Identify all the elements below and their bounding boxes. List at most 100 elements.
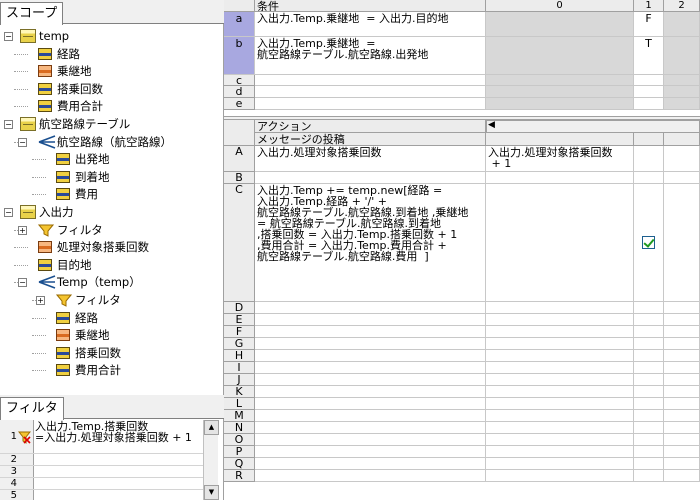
condition-row-label[interactable]: b	[224, 37, 255, 75]
scroll-up-icon[interactable]: ▲	[204, 420, 219, 435]
condition-expression[interactable]	[255, 98, 486, 110]
filter-row[interactable]: 1 入出力.Temp.搭乗回数 =入出力.処理対象搭乗回数 + 1	[0, 420, 203, 454]
action-rule-cell[interactable]	[634, 184, 664, 302]
action-value[interactable]	[486, 446, 634, 458]
action-rule-cell[interactable]	[664, 338, 700, 350]
action-rule-cell[interactable]	[664, 302, 700, 314]
action-expression[interactable]	[255, 458, 486, 470]
filter-row[interactable]: 5	[0, 490, 203, 500]
action-expression[interactable]	[255, 386, 486, 398]
action-rule-cell[interactable]	[634, 470, 664, 482]
condition-cell[interactable]	[486, 98, 634, 110]
condition-cell[interactable]	[664, 75, 700, 86]
action-value[interactable]	[486, 386, 634, 398]
filter-scrollbar[interactable]: ▲ ▼	[203, 420, 219, 500]
action-rule-cell[interactable]	[634, 458, 664, 470]
tree-node[interactable]: 経路	[0, 46, 223, 63]
action-value[interactable]	[486, 314, 634, 326]
action-rule-cell[interactable]	[664, 422, 700, 434]
action-row-label[interactable]: M	[224, 410, 255, 422]
condition-cell[interactable]	[664, 98, 700, 110]
condition-row-label[interactable]: a	[224, 12, 255, 37]
condition-cell[interactable]	[486, 75, 634, 86]
tree-node[interactable]: 搭乗回数	[0, 345, 223, 362]
condition-expression[interactable]: 入出力.Temp.乗継地 = 入出力.目的地	[255, 12, 486, 37]
condition-row-label[interactable]: d	[224, 86, 255, 98]
condition-value[interactable]: F	[634, 12, 664, 37]
action-rule-cell[interactable]	[664, 470, 700, 482]
action-value[interactable]	[486, 184, 634, 302]
tree-node[interactable]: 出発地	[0, 151, 223, 168]
action-expression[interactable]	[255, 470, 486, 482]
tree-node[interactable]: 乗継地	[0, 327, 223, 344]
action-expression[interactable]	[255, 172, 486, 184]
condition-value[interactable]	[634, 86, 664, 98]
action-rule-cell[interactable]	[664, 410, 700, 422]
action-row-label[interactable]: D	[224, 302, 255, 314]
action-expression[interactable]	[255, 398, 486, 410]
tree-node[interactable]: − Temp（temp）	[0, 274, 223, 291]
tab-filter[interactable]: フィルタ	[0, 397, 64, 420]
action-expression[interactable]: 入出力.Temp += temp.new[経路 = 入出力.Temp.経路 + …	[255, 184, 486, 302]
action-rule-cell[interactable]	[634, 350, 664, 362]
tree-node[interactable]: − 入出力	[0, 204, 223, 221]
tree-node[interactable]: + フィルタ	[0, 292, 223, 309]
action-row-label[interactable]: K	[224, 386, 255, 398]
tree-node[interactable]: 到着地	[0, 169, 223, 186]
action-expression[interactable]	[255, 434, 486, 446]
action-value[interactable]	[486, 422, 634, 434]
condition-expression[interactable]	[255, 86, 486, 98]
filter-expression[interactable]: 入出力.Temp.搭乗回数 =入出力.処理対象搭乗回数 + 1	[35, 421, 192, 443]
condition-value[interactable]: T	[634, 37, 664, 75]
action-expression[interactable]	[255, 350, 486, 362]
action-value[interactable]	[486, 458, 634, 470]
action-rule-cell[interactable]	[634, 386, 664, 398]
condition-value[interactable]	[634, 98, 664, 110]
action-row-label[interactable]: N	[224, 422, 255, 434]
action-row-label[interactable]: G	[224, 338, 255, 350]
action-expression[interactable]	[255, 446, 486, 458]
action-row-label[interactable]: P	[224, 446, 255, 458]
action-row-label[interactable]: H	[224, 350, 255, 362]
action-value[interactable]	[486, 410, 634, 422]
action-rule-cell[interactable]	[634, 146, 664, 172]
condition-cell[interactable]	[664, 86, 700, 98]
action-rule-cell[interactable]	[664, 326, 700, 338]
filter-row[interactable]: 2	[0, 454, 203, 466]
tree-node[interactable]: − 航空路線（航空路線）	[0, 134, 223, 151]
action-value[interactable]	[486, 362, 634, 374]
action-row-label[interactable]: C	[224, 184, 255, 302]
tree-node[interactable]: 費用合計	[0, 362, 223, 379]
tree-node[interactable]: + フィルタ	[0, 222, 223, 239]
action-row-label[interactable]: F	[224, 326, 255, 338]
scope-tree[interactable]: − temp 経路 乗継地 搭乗回数 費用合計 − 航空路線テーブル − 航空路線（航空路線） 出発…	[0, 25, 223, 395]
action-rule-cell[interactable]	[664, 386, 700, 398]
action-rule-cell[interactable]	[634, 446, 664, 458]
action-row-label[interactable]: I	[224, 362, 255, 374]
action-rule-cell[interactable]	[634, 314, 664, 326]
action-value[interactable]	[486, 326, 634, 338]
filter-delete-icon[interactable]	[17, 431, 32, 444]
action-rule-cell[interactable]	[634, 172, 664, 184]
condition-cell[interactable]	[664, 12, 700, 37]
action-rule-cell[interactable]	[634, 398, 664, 410]
condition-row-label[interactable]: c	[224, 75, 255, 86]
condition-cell[interactable]	[664, 37, 700, 75]
filter-list[interactable]: 1 入出力.Temp.搭乗回数 =入出力.処理対象搭乗回数 + 12345	[0, 420, 218, 500]
checkbox-checked-icon[interactable]	[642, 236, 655, 249]
action-row-label[interactable]: B	[224, 172, 255, 184]
condition-value[interactable]	[634, 75, 664, 86]
action-expression[interactable]	[255, 374, 486, 386]
action-rule-cell[interactable]	[634, 422, 664, 434]
collapse-icon[interactable]: −	[18, 278, 27, 288]
filter-row[interactable]: 4	[0, 478, 203, 490]
action-row-label[interactable]: E	[224, 314, 255, 326]
tab-scope[interactable]: スコープ	[0, 2, 64, 25]
action-value[interactable]	[486, 172, 634, 184]
scroll-left-icon[interactable]: ◀	[488, 121, 495, 130]
action-rule-cell[interactable]	[664, 398, 700, 410]
action-expression[interactable]	[255, 362, 486, 374]
tree-node[interactable]: 経路	[0, 310, 223, 327]
rule-column-header[interactable]: 2	[664, 0, 700, 12]
action-rule-cell[interactable]	[634, 326, 664, 338]
